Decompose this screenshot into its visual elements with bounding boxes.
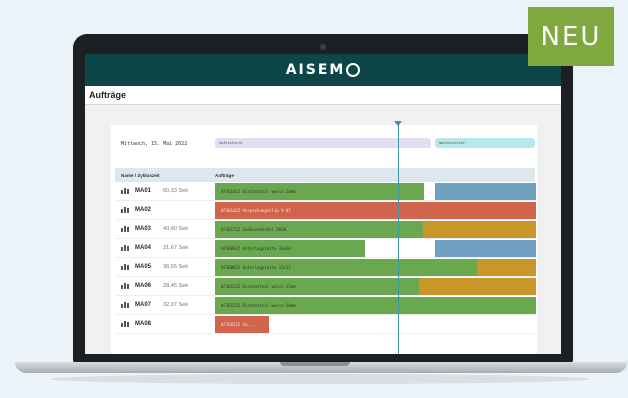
machine-name: MA06: [135, 283, 152, 289]
machine-name: MA05: [135, 264, 152, 270]
table-row[interactable]: MA03 40,40 Sek AF301722 Gehäusedeckel D9…: [115, 220, 536, 239]
order-bar[interactable]: AF300922 Unterlegplatte 30x30: [215, 240, 365, 257]
current-time-line: [398, 124, 399, 354]
order-bar[interactable]: AF350122 Sa...: [215, 316, 269, 333]
order-bar[interactable]: AF301222 Distanzteil weiss-15mm: [215, 278, 419, 295]
order-bar[interactable]: AF301422 Distanzteil weiss-20mm: [215, 183, 424, 200]
machine-name: MA08: [135, 321, 152, 327]
table-row[interactable]: MA01 60,33 Sek AF301422 Distanzteil weis…: [115, 182, 536, 201]
machine-name: MA04: [135, 245, 152, 251]
new-badge: NEU: [528, 7, 614, 66]
cycle-time: 28,45 Sek: [163, 283, 189, 289]
order-bar[interactable]: AF301222 Distanzteil weiss-10mm: [215, 297, 536, 314]
orders-card: Mittwoch, 15. Mai 2022 Spätschicht Nacht…: [111, 121, 537, 354]
table-row[interactable]: MA07 32,07 Sek AF301222 Distanzteil weis…: [115, 296, 536, 315]
cycle-time: 31,67 Sek: [163, 245, 189, 251]
timeline-date: Mittwoch, 15. Mai 2022: [121, 141, 188, 147]
webcam-icon: [320, 44, 326, 50]
machine-name: MA02: [135, 207, 152, 213]
column-header-orders: Aufträge: [215, 173, 234, 178]
column-header-name: Name / Zykluszeit: [121, 173, 160, 178]
cycle-time: 36,65 Sek: [163, 264, 189, 270]
cycle-time: 60,33 Sek: [163, 188, 189, 194]
machine-icon: [121, 245, 131, 251]
order-bar[interactable]: AF301422 Verpackungsclip V-07: [215, 202, 536, 219]
machine-icon: [121, 264, 131, 270]
table-header: Name / Zykluszeit Aufträge: [115, 168, 535, 182]
machine-icon: [121, 321, 131, 327]
page-title: Aufträge: [89, 90, 127, 100]
table-row[interactable]: MA06 28,45 Sek AF301222 Distanzteil weis…: [115, 277, 536, 296]
cycle-time: 40,40 Sek: [163, 226, 189, 232]
machine-icon: [121, 226, 131, 232]
app-header: AISEM: [85, 54, 561, 86]
machine-name: MA07: [135, 302, 152, 308]
laptop-notch: [280, 362, 350, 366]
table-row[interactable]: MA08 AF350122 Sa...: [115, 315, 535, 334]
machine-name: MA03: [135, 226, 152, 232]
logo-text: AISEM: [285, 62, 346, 78]
logo-ring-icon: [346, 63, 361, 77]
machine-icon: [121, 283, 131, 289]
main-content: Mittwoch, 15. Mai 2022 Spätschicht Nacht…: [85, 105, 561, 354]
laptop-shadow: [50, 374, 590, 384]
order-bar[interactable]: AF300022 Unterlegplatte 15x15: [215, 259, 477, 276]
laptop-screen: AISEM Aufträge Mittwoch, 15. Mai 2022 Sp…: [85, 54, 561, 354]
table-row[interactable]: MA02 AF301422 Verpackungsclip V-07: [115, 201, 536, 220]
cycle-time: 32,07 Sek: [163, 302, 189, 308]
table-row[interactable]: MA04 31,67 Sek AF300922 Unterlegplatte 3…: [115, 239, 536, 258]
machine-icon: [121, 207, 131, 213]
machine-name: MA01: [135, 188, 152, 194]
order-bar[interactable]: AF301722 Gehäusedeckel D938: [215, 221, 423, 238]
order-bar[interactable]: [477, 259, 536, 276]
shift-night-band[interactable]: Nachtschicht: [435, 138, 535, 148]
order-bar[interactable]: [423, 221, 536, 238]
order-bar[interactable]: [435, 183, 536, 200]
aisemo-logo[interactable]: AISEM: [286, 62, 361, 78]
machine-icon: [121, 188, 131, 194]
order-bar[interactable]: [435, 240, 536, 257]
order-bar[interactable]: [419, 278, 536, 295]
machine-rows: MA01 60,33 Sek AF301422 Distanzteil weis…: [115, 182, 536, 334]
machine-icon: [121, 302, 131, 308]
table-row[interactable]: MA05 36,65 Sek AF300022 Unterlegplatte 1…: [115, 258, 536, 277]
laptop-frame: AISEM Aufträge Mittwoch, 15. Mai 2022 Sp…: [73, 34, 573, 364]
